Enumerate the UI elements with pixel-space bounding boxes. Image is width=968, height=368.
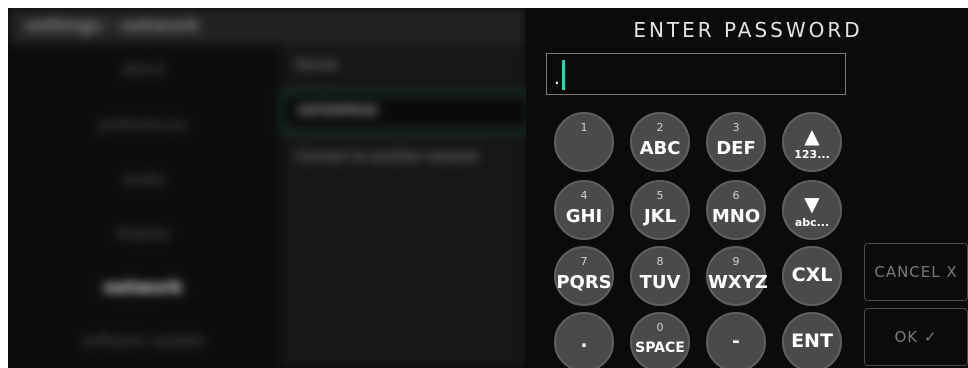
- menu-item: preferences: [98, 116, 188, 134]
- key-8-tuv[interactable]: 8 TUV: [630, 246, 690, 306]
- network-row: Server: [296, 58, 339, 73]
- key-enter[interactable]: ENT: [782, 312, 842, 368]
- key-number: 7: [580, 255, 588, 268]
- network-row-selected: ENTERPRISE: [282, 92, 530, 132]
- dialog-title: ENTER PASSWORD: [633, 18, 863, 42]
- key-number: 4: [580, 189, 588, 202]
- text-cursor: [562, 60, 565, 90]
- key-mode-label: abc...: [794, 216, 830, 229]
- key-letters: TUV: [639, 272, 681, 293]
- key-number: 5: [656, 189, 664, 202]
- key-6-mno[interactable]: 6 MNO: [706, 180, 766, 240]
- key-label: -: [732, 330, 740, 352]
- device-screen: settings · network about preferences aud…: [8, 8, 968, 368]
- key-dash[interactable]: -: [706, 312, 766, 368]
- key-letters: ABC: [639, 138, 681, 159]
- key-1[interactable]: 1: [554, 112, 614, 172]
- key-5-jkl[interactable]: 5 JKL: [630, 180, 690, 240]
- menu-item-active: network: [103, 278, 183, 298]
- password-field[interactable]: .: [546, 53, 846, 95]
- key-letters: SPACE: [635, 340, 685, 356]
- key-lowercase-mode[interactable]: ▼ abc...: [782, 180, 842, 240]
- key-number: 1: [580, 121, 588, 134]
- menu-item: software update: [81, 332, 205, 350]
- key-number: 3: [732, 121, 740, 134]
- key-7-pqrs[interactable]: 7 PQRS: [554, 246, 614, 306]
- settings-menu: about preferences audio display network …: [8, 44, 278, 368]
- key-label: CXL: [791, 264, 833, 286]
- network-row: Connect to another network: [296, 150, 479, 165]
- key-letters: MNO: [711, 206, 761, 227]
- blurred-settings-background: settings · network about preferences aud…: [8, 8, 530, 368]
- key-mode-label: 123...: [794, 148, 830, 161]
- key-number: 6: [732, 189, 740, 202]
- key-letters: WXYZ: [708, 272, 768, 293]
- menu-item: audio: [122, 170, 164, 188]
- key-2-abc[interactable]: 2 ABC: [630, 112, 690, 172]
- cancel-button[interactable]: CANCEL X: [864, 243, 968, 301]
- ok-button[interactable]: OK ✓: [864, 308, 968, 366]
- settings-header: settings · network: [8, 8, 526, 44]
- key-number: 8: [656, 255, 664, 268]
- key-label: .: [580, 330, 588, 352]
- key-4-ghi[interactable]: 4 GHI: [554, 180, 614, 240]
- key-9-wxyz[interactable]: 9 WXYZ: [706, 246, 768, 306]
- password-dialog: ENTER PASSWORD . 1 2 ABC 3 DEF ▲ 123... …: [526, 8, 968, 368]
- key-number: 2: [656, 121, 664, 134]
- settings-header-title: settings · network: [24, 16, 200, 36]
- triangle-up-icon: ▲: [804, 124, 820, 148]
- key-letters: PQRS: [556, 272, 612, 293]
- triangle-down-icon: ▼: [804, 192, 820, 216]
- key-0-space[interactable]: 0 SPACE: [630, 312, 690, 368]
- menu-item: about: [121, 60, 165, 78]
- key-number: 0: [656, 321, 664, 334]
- key-letters: JKL: [643, 206, 677, 227]
- menu-item: display: [116, 224, 170, 242]
- key-label: ENT: [791, 330, 833, 352]
- key-number: 9: [732, 255, 740, 268]
- key-cancel-char[interactable]: CXL: [782, 246, 842, 306]
- password-value: .: [554, 68, 560, 89]
- network-list: Server ENTERPRISE Connect to another net…: [280, 44, 530, 368]
- key-period[interactable]: .: [554, 312, 614, 368]
- key-numeric-mode[interactable]: ▲ 123...: [782, 112, 842, 172]
- key-3-def[interactable]: 3 DEF: [706, 112, 766, 172]
- key-letters: GHI: [565, 206, 603, 227]
- key-letters: DEF: [716, 138, 756, 159]
